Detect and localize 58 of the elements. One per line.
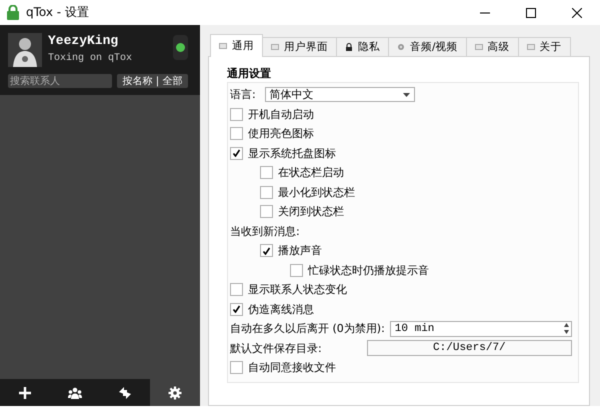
checkbox[interactable] [260, 186, 273, 199]
checkbox[interactable] [230, 127, 243, 140]
page-icon [271, 43, 279, 51]
close-icon [572, 8, 582, 18]
tab[interactable]: 通用 [210, 34, 263, 57]
page-icon [526, 43, 535, 51]
checkbox[interactable] [260, 205, 273, 218]
checkbox-label: 忙碌状态时仍播放提示音 [308, 262, 429, 278]
maximize-icon [526, 8, 536, 18]
language-dropdown[interactable]: 简体中文 [264, 87, 415, 102]
checkbox-label: 伪造离线消息 [248, 302, 314, 317]
checkbox-label: 显示系统托盘图标 [248, 146, 336, 161]
settings-button[interactable] [150, 379, 200, 406]
app-lock-icon [6, 4, 20, 20]
checkbox[interactable] [260, 244, 273, 258]
settings-icon [168, 386, 182, 400]
checkbox-label: 显示联系人状态变化 [248, 282, 347, 298]
checkbox[interactable] [230, 146, 243, 160]
field-label: 自动在多久以后离开 (0为禁用): [230, 321, 385, 336]
lock-icon [345, 43, 353, 51]
checkbox[interactable] [230, 283, 243, 296]
page-icon [474, 43, 483, 51]
checkbox-label: 自动同意接收文件 [248, 360, 336, 376]
tab[interactable]: 关于 [518, 37, 571, 56]
search-field[interactable]: 搜索联系人 [8, 74, 112, 88]
checkbox[interactable] [260, 166, 273, 180]
checkbox-label: 播放声音 [278, 243, 322, 258]
field-label: 默认文件保存目录: [230, 340, 322, 356]
status-message: Toxing on qTox [48, 53, 132, 64]
check-icon [262, 246, 271, 255]
checkbox-label: 在状态栏启动 [278, 165, 344, 180]
filter-button[interactable]: 按名称 | 全部 [117, 74, 188, 88]
status-button[interactable] [173, 35, 188, 60]
spin-arrows-icon [562, 322, 571, 336]
checkbox[interactable] [290, 264, 303, 277]
plus-icon [18, 386, 32, 400]
check-icon [232, 305, 241, 314]
checkbox[interactable] [230, 108, 243, 121]
group-title: 通用设置 [227, 66, 272, 82]
caret-icon [402, 92, 410, 97]
window-title: qTox - 设置 [26, 4, 90, 21]
field-label: 语言: [230, 87, 256, 102]
checkbox-label: 关闭到状态栏 [278, 204, 344, 220]
page-icon [219, 42, 227, 50]
section-label: 当收到新消息: [230, 224, 300, 239]
checkbox-label: 开机自动启动 [248, 106, 314, 122]
check-icon [232, 149, 241, 158]
spin-box[interactable]: 10 min [390, 320, 572, 337]
folder-path-field[interactable]: C:/Users/7/ [366, 340, 572, 356]
group-icon [68, 386, 82, 400]
avatar [8, 33, 42, 67]
speaker-icon [397, 43, 405, 51]
checkbox-label: 最小化到状态栏 [278, 184, 355, 200]
checkbox-label: 使用亮色图标 [248, 126, 314, 142]
checkbox[interactable] [230, 361, 243, 374]
checkbox[interactable] [230, 302, 243, 316]
user-name: YeezyKing [48, 33, 118, 48]
transfer-arrows-icon [118, 386, 132, 400]
